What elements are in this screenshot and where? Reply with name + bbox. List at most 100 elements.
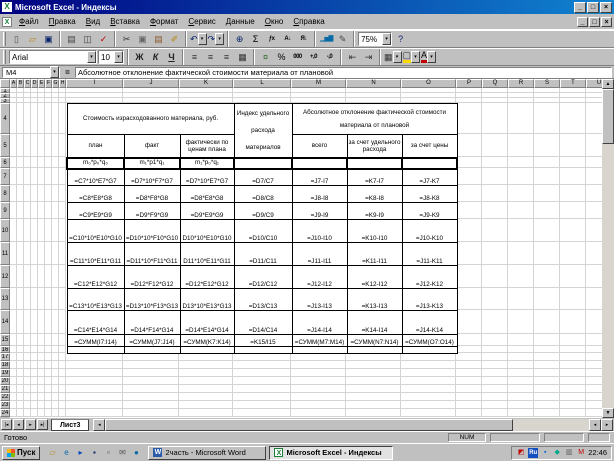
cell-L12[interactable]: =D12/C12 xyxy=(234,266,292,289)
col-header-D[interactable]: D xyxy=(31,79,38,88)
scheduler-icon[interactable]: ◩ xyxy=(516,448,526,458)
col-header-G[interactable]: G xyxy=(52,79,59,88)
row-header-23[interactable]: 23 xyxy=(0,401,10,409)
row-header-20[interactable]: 20 xyxy=(0,377,10,385)
menu-tools[interactable]: Сервис xyxy=(183,16,220,27)
col-header-O[interactable]: O xyxy=(401,79,456,88)
cell-N15[interactable]: =СУММ(N7:N14) xyxy=(347,335,402,347)
cell-L7[interactable]: =D7/C7 xyxy=(234,169,292,186)
cell-K16[interactable] xyxy=(180,347,234,354)
cell-K13[interactable]: D13*10*E13*G13 xyxy=(180,289,234,311)
cell-J14[interactable]: =D14*F14*G14 xyxy=(124,311,180,335)
cell-M10[interactable]: =J10-I10 xyxy=(292,220,347,243)
redo-button-dropdown-arrow[interactable]: ▾ xyxy=(215,33,224,45)
cell-O7[interactable]: =J7-K7 xyxy=(402,169,457,186)
row-header-22[interactable]: 22 xyxy=(0,393,10,401)
first-sheet-button[interactable]: |◂ xyxy=(1,419,12,430)
cell-I4[interactable]: Стоимость израсходованного материала, ру… xyxy=(67,104,234,135)
font-size-select-dropdown-arrow[interactable]: ▾ xyxy=(114,51,123,63)
cell-K15[interactable]: =СУММ(K7:K14) xyxy=(180,335,234,347)
col-header-J[interactable]: J xyxy=(123,79,179,88)
col-header-M[interactable]: M xyxy=(291,79,346,88)
fill-color-button[interactable]: ▢▾ xyxy=(403,49,421,65)
redo-button[interactable]: ↷▾ xyxy=(208,31,225,47)
zoom-select-dropdown-arrow[interactable]: ▾ xyxy=(382,33,391,45)
font-size-select[interactable]: 10▾ xyxy=(98,50,124,64)
cell-J10[interactable]: =D10*10*F10*G10 xyxy=(124,220,180,243)
drawing-button[interactable]: ✎ xyxy=(335,31,350,47)
task-word[interactable]: W2часть - Microsoft Word xyxy=(148,446,266,460)
cell-M8[interactable]: =J8-I8 xyxy=(292,186,347,203)
menu-data[interactable]: Данные xyxy=(221,16,260,27)
cell-M16[interactable] xyxy=(292,347,347,354)
cell-L14[interactable]: =D14/C14 xyxy=(234,311,292,335)
cell-O5[interactable]: за счет цены xyxy=(402,135,457,158)
network-icon[interactable]: ▫ xyxy=(102,447,114,459)
vertical-scrollbar[interactable]: ▲ ▼ xyxy=(602,79,614,418)
print-button[interactable]: ▤ xyxy=(64,31,79,47)
cut-button[interactable]: ✂ xyxy=(119,31,134,47)
cell-L11[interactable]: =D11/C11 xyxy=(234,243,292,266)
cell-N6[interactable] xyxy=(347,158,402,169)
cell-N13[interactable]: =K13-I13 xyxy=(347,289,402,311)
new-document-button[interactable]: ▯ xyxy=(9,31,24,47)
formula-input[interactable]: Абсолютное отклонение фактической стоимо… xyxy=(75,67,612,78)
horizontal-scrollbar[interactable]: ◂ ◂ ▸ xyxy=(93,419,613,431)
scroll-down-button[interactable]: ▼ xyxy=(602,408,614,418)
col-header-E[interactable]: E xyxy=(38,79,45,88)
cell-J9[interactable]: =D9*F9*G9 xyxy=(124,203,180,220)
col-header-I[interactable]: I xyxy=(66,79,123,88)
cell-I7[interactable]: =C7*10*E7*G7 xyxy=(67,169,124,186)
scroll-left-button-2[interactable]: ◂ xyxy=(589,419,601,431)
cell-J5[interactable]: факт xyxy=(124,135,180,158)
cell-I9[interactable]: =C9*E9*G9 xyxy=(67,203,124,220)
fill-color-button-dropdown-arrow[interactable]: ▾ xyxy=(411,51,420,63)
minimize-button[interactable]: _ xyxy=(574,2,586,13)
cell-L15[interactable]: =K15/I15 xyxy=(234,335,292,347)
cell-L4[interactable]: Индекс удельного расхода материалов xyxy=(234,104,292,158)
col-header-P[interactable]: P xyxy=(456,79,482,88)
row-header-11[interactable]: 11 xyxy=(0,242,10,265)
cell-I15[interactable]: =СУММ(I7:I14) xyxy=(67,335,124,347)
cell-J13[interactable]: =D13*10*F13*G13 xyxy=(124,289,180,311)
cell-L9[interactable]: =D9/C9 xyxy=(234,203,292,220)
cell-I12[interactable]: =C12*E12*G12 xyxy=(67,266,124,289)
cell-N11[interactable]: =K11-I11 xyxy=(347,243,402,266)
cell-M7[interactable]: =J7-I7 xyxy=(292,169,347,186)
cell-M15[interactable]: =СУММ(M7:M14) xyxy=(292,335,347,347)
cell-N14[interactable]: =K14-I14 xyxy=(347,311,402,335)
last-sheet-button[interactable]: ▸| xyxy=(37,419,48,430)
language-indicator[interactable]: Ru xyxy=(528,448,538,458)
toolbar-grip[interactable] xyxy=(3,32,6,46)
scroll-left-button[interactable]: ◂ xyxy=(93,419,105,431)
bold-button[interactable]: Ж xyxy=(132,49,147,65)
row-header-19[interactable]: 19 xyxy=(0,369,10,377)
row-header-24[interactable]: 24 xyxy=(0,409,10,417)
row-header-6[interactable]: 6 xyxy=(0,157,10,168)
cell-K11[interactable]: D11*10*E11*G11 xyxy=(180,243,234,266)
col-header-F[interactable]: F xyxy=(45,79,52,88)
cell-O9[interactable]: =J9-K9 xyxy=(402,203,457,220)
previous-sheet-button[interactable]: ◂ xyxy=(13,419,24,430)
cell-M13[interactable]: =J13-I13 xyxy=(292,289,347,311)
col-header-N[interactable]: N xyxy=(346,79,401,88)
underline-button[interactable]: Ч xyxy=(164,49,179,65)
desktop-shortcut-icon[interactable]: ▱ xyxy=(46,447,58,459)
menu-edit[interactable]: Правка xyxy=(44,16,81,27)
cell-O13[interactable]: =J13-K13 xyxy=(402,289,457,311)
cell-M14[interactable]: =J14-I14 xyxy=(292,311,347,335)
borders-button-dropdown-arrow[interactable]: ▾ xyxy=(393,51,402,63)
increase-decimal-button[interactable]: +,0 xyxy=(306,49,321,65)
globe-icon[interactable]: ● xyxy=(130,447,142,459)
row-header-5[interactable]: 5 xyxy=(0,134,10,157)
row-header-18[interactable]: 18 xyxy=(0,361,10,369)
copy-button[interactable]: ▣ xyxy=(135,31,150,47)
print-preview-button[interactable]: ◫ xyxy=(80,31,95,47)
col-header-L[interactable]: L xyxy=(233,79,291,88)
row-header-4[interactable]: 4 xyxy=(0,103,10,134)
cell-O11[interactable]: =J11-K11 xyxy=(402,243,457,266)
close-button[interactable]: × xyxy=(600,2,612,13)
zoom-select[interactable]: 75%▾ xyxy=(358,32,392,46)
row-header-15[interactable]: 15 xyxy=(0,334,10,346)
cell-J8[interactable]: =D8*F8*G8 xyxy=(124,186,180,203)
